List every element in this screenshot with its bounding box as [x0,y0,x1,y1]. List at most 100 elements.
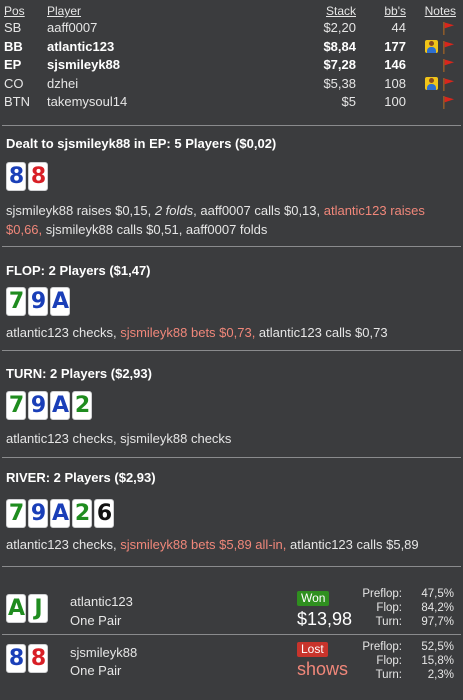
playing-card: 9 [28,391,48,420]
player-name[interactable]: takemysoul14 [47,93,127,112]
player-notes [442,95,455,110]
avatar-icon[interactable] [425,76,438,90]
action-text: atlantic123 checks, sjsmileyk88 checks [6,431,232,446]
player-stack: $8,84 [323,38,356,54]
player-pos: BTN [4,94,30,109]
playing-card: 8 [28,644,48,673]
avatar-icon[interactable] [425,39,438,53]
player-row[interactable]: EP sjsmileyk88 $7,28 146 [4,56,459,75]
playing-card: 2 [72,391,92,420]
divider [2,634,461,635]
equity-row: Flop: 84,2% [359,601,454,615]
equity-label: Turn: [375,616,402,628]
flag-icon[interactable] [442,95,455,109]
flop-actions: atlantic123 checks, sjsmileyk88 bets $0,… [6,323,458,342]
player-row[interactable]: BB atlantic123 $8,84 177 [4,38,459,57]
turn-board: 79A2 [6,391,92,420]
header-bbs[interactable]: bb's [384,3,406,19]
playing-card: J [28,594,48,623]
equity-row: Preflop: 52,5% [359,640,454,654]
players-table: Pos Player Stack bb's Notes SB aaff0007 … [4,3,459,112]
action-highlight: sjsmileyk88 bets $0,73, [120,325,256,340]
player-row[interactable]: BTN takemysoul14 $5 100 [4,93,459,112]
player-name[interactable]: atlantic123 [47,38,114,57]
result-hand: One Pair [70,613,122,628]
action-text: atlantic123 calls $0,73 [255,325,388,340]
playing-card: 8 [28,162,48,191]
header-player[interactable]: Player [47,3,81,19]
player-row[interactable]: CO dzhei $5,38 108 [4,75,459,94]
players-table-header: Pos Player Stack bb's Notes [4,3,459,19]
player-bbs: 44 [391,20,406,35]
player-pos: SB [4,20,22,35]
player-notes [425,76,455,92]
hero-hole-cards: 88 [6,162,48,191]
action-text: atlantic123 calls $5,89 [286,537,419,552]
flop-board: 79A [6,287,70,316]
result-hand: One Pair [70,663,122,678]
equity-value: 47,5% [421,588,454,600]
equity-row: Flop: 15,8% [359,654,454,668]
equity-label: Preflop: [362,641,402,653]
player-bbs: 108 [384,75,406,91]
action-text: atlantic123 checks, [6,325,121,340]
player-bbs: 100 [384,94,406,109]
header-stack[interactable]: Stack [326,3,356,19]
equity-label: Turn: [375,669,402,681]
action-text: atlantic123 checks, [6,537,121,552]
header-pos[interactable]: Pos [4,3,25,19]
player-pos: EP [4,57,22,72]
player-name[interactable]: aaff0007 [47,19,97,38]
action-text: sjsmileyk88 raises $0,15, [6,203,155,218]
playing-card: 9 [28,287,48,316]
result-row-loser: 88 sjsmileyk88 One Pair Lost shows Prefl… [0,637,463,697]
flop-title: FLOP: 2 Players ($1,47) [6,263,151,278]
flag-icon[interactable] [442,40,455,54]
playing-card: A [50,287,70,316]
equity-value: 84,2% [421,602,454,614]
player-stack: $5 [341,94,356,109]
player-notes [425,39,455,55]
preflop-actions: sjsmileyk88 raises $0,15, 2 folds, aaff0… [6,201,458,239]
playing-card: 6 [94,499,114,528]
action-highlight: sjsmileyk88 bets $5,89 all-in, [120,537,287,552]
result-player-name[interactable]: sjsmileyk88 [70,645,137,660]
equity-stats: Preflop: 47,5% Flop: 84,2% Turn: 97,7% [359,587,454,629]
playing-card: 2 [72,499,92,528]
player-pos: CO [4,75,24,91]
header-notes[interactable]: Notes [425,3,456,19]
player-notes [442,21,455,36]
player-name[interactable]: sjsmileyk88 [47,56,120,75]
result-player-name[interactable]: atlantic123 [70,594,133,609]
flag-icon[interactable] [442,21,455,35]
player-notes [442,58,455,73]
playing-card: A [6,594,26,623]
equity-stats: Preflop: 52,5% Flop: 15,8% Turn: 2,3% [359,640,454,682]
loser-cards: 88 [6,644,48,673]
playing-card: A [50,499,70,528]
equity-row: Turn: 2,3% [359,668,454,682]
player-row[interactable]: SB aaff0007 $2,20 44 [4,19,459,38]
river-actions: atlantic123 checks, sjsmileyk88 bets $5,… [6,535,458,554]
divider [2,350,461,351]
result-row-winner: AJ atlantic123 One Pair Won $13,98 Prefl… [0,577,463,637]
playing-card: 7 [6,499,26,528]
flag-icon[interactable] [442,77,455,91]
lost-shows: shows [297,659,349,679]
player-name[interactable]: dzhei [47,75,78,94]
player-stack: $2,20 [323,20,356,35]
equity-label: Preflop: [362,588,402,600]
playing-card: 8 [6,644,26,673]
equity-value: 15,8% [421,655,454,667]
flag-icon[interactable] [442,58,455,72]
playing-card: 8 [6,162,26,191]
equity-row: Preflop: 47,5% [359,587,454,601]
playing-card: 9 [28,499,48,528]
lost-badge: Lost [297,642,328,657]
action-text: sjsmileyk88 calls $0,51, aaff0007 folds [42,222,268,237]
turn-title: TURN: 2 Players ($2,93) [6,366,152,381]
player-pos: BB [4,38,23,54]
preflop-title: Dealt to sjsmileyk88 in EP: 5 Players ($… [6,136,277,151]
equity-label: Flop: [376,602,402,614]
divider [2,566,461,567]
